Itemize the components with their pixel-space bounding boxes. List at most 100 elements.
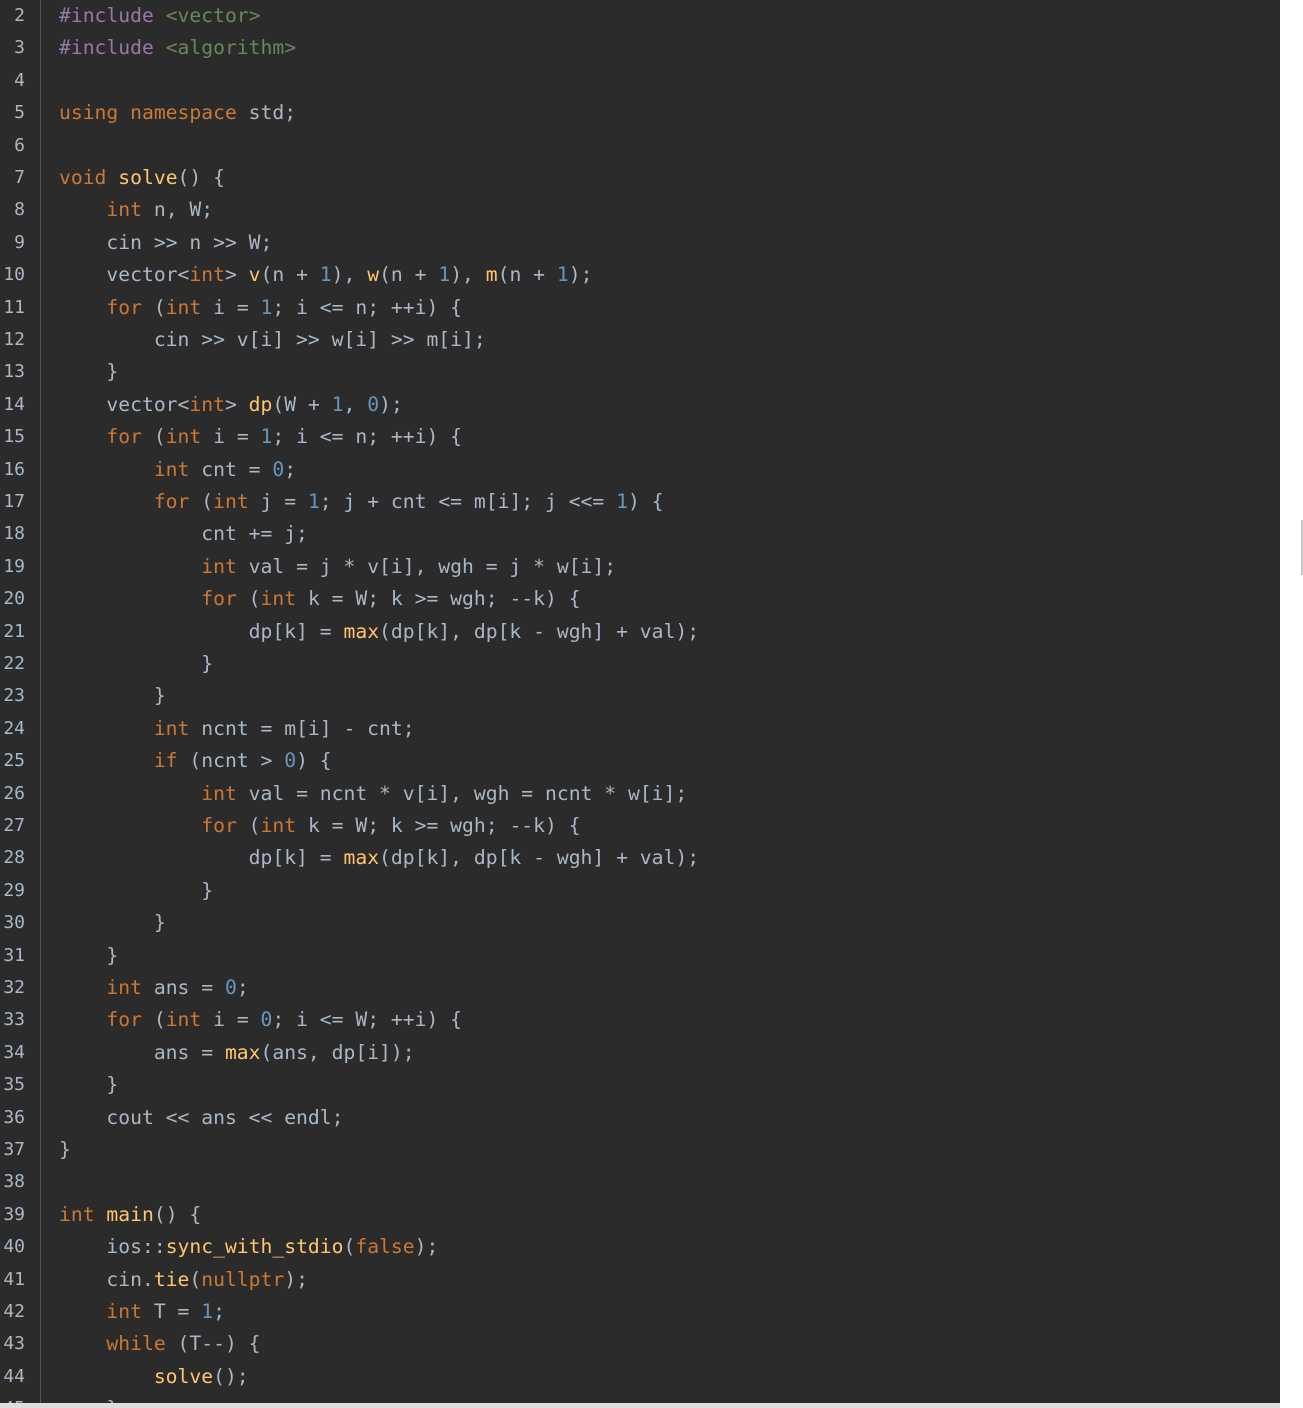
line-number: 30 (3, 912, 25, 934)
line-number: 5 (14, 102, 25, 124)
code-line-content: } (59, 1134, 71, 1166)
code-token: 1 (307, 490, 320, 513)
code-token: T = (141, 1300, 202, 1323)
code-token: cin >> n >> W; (59, 230, 273, 254)
code-line-content: int val = ncnt * v[i], wgh = ncnt * w[i]… (59, 778, 687, 810)
code-line-content: } (59, 907, 166, 939)
code-token: } (59, 652, 214, 675)
line-number: 17 (3, 491, 25, 512)
code-token: #include (59, 36, 166, 60)
code-token: ans = (59, 1040, 225, 1064)
code-line-content: vector<int> v(n + 1), w(n + 1), m(n + 1)… (59, 259, 592, 291)
code-token: int (153, 716, 190, 740)
code-token: max (224, 1040, 261, 1064)
code-line-content: cout << ans << endl; (59, 1102, 343, 1134)
code-editor[interactable]: 2 3 4 5 6 7 8 9 10 11 12 13 14 15 16 17 18 19 20 21 22 23 24 25… (0, 0, 1280, 1403)
code-token: 1 (260, 425, 273, 449)
code-token: int (201, 781, 237, 805)
code-token: <algorithm> (165, 36, 297, 60)
horizontal-scrollbar[interactable] (0, 1403, 1280, 1408)
code-token: 1 (438, 263, 451, 287)
code-area[interactable]: #include <vector> #include <algorithm> usi… (41, 0, 1280, 1403)
line-number: 32 (3, 977, 25, 998)
code-line-content: #include <vector> (59, 0, 261, 32)
line-number: 29 (3, 879, 25, 901)
code-line-content: for (int i = 1; i <= n; ++i) { (59, 292, 462, 324)
code-line-content: cnt += j; (59, 518, 308, 550)
code-line-content: solve(); (59, 1361, 249, 1393)
code-line-content: cin.tie(nullptr); (59, 1264, 308, 1296)
code-line-content: cin >> v[i] >> w[i] >> m[i]; (59, 324, 486, 356)
code-line-content: } (59, 1393, 118, 1403)
code-line-content: using namespace std; (59, 97, 296, 129)
code-line-content: int n, W; (59, 194, 213, 226)
code-token: <vector> (165, 4, 261, 27)
line-number: 18 (3, 523, 25, 545)
line-number: 33 (3, 1009, 25, 1031)
code-token: ( (141, 295, 166, 319)
code-token: int (260, 587, 297, 611)
code-token: } (59, 684, 166, 708)
code-line-content: } (59, 356, 118, 388)
code-token: w (367, 263, 380, 287)
code-token: } (59, 911, 166, 935)
code-line-content: } (59, 680, 166, 712)
code-token: (ncnt > (177, 749, 285, 773)
code-token: () { (153, 1202, 202, 1226)
line-number: 37 (3, 1139, 25, 1160)
code-token: tie (153, 1267, 190, 1291)
code-token: 0 (284, 749, 297, 773)
code-token: val = j * v[i], wgh = j * w[i]; (236, 554, 617, 578)
code-token: cin >> v[i] >> w[i] >> m[i]; (59, 328, 486, 351)
line-number: 35 (3, 1074, 25, 1096)
line-number: 34 (3, 1041, 25, 1063)
code-token: ; (236, 976, 249, 999)
code-token: ( (236, 814, 261, 837)
line-number: 9 (14, 231, 25, 253)
line-number: 39 (3, 1203, 25, 1225)
code-token: (); (213, 1364, 249, 1388)
code-token: v (248, 263, 261, 287)
code-line-content: int T = 1; (59, 1296, 225, 1328)
code-token: 1 (201, 1300, 214, 1323)
code-token: ) { (296, 749, 332, 773)
code-token: } (59, 1073, 119, 1097)
code-token: i = (201, 295, 261, 319)
code-token: vector< (59, 263, 190, 287)
code-token: main (106, 1202, 154, 1226)
code-token: cout << ans << endl; (59, 1105, 344, 1129)
code-token: solve (153, 1364, 214, 1388)
code-token: int (153, 457, 190, 481)
code-line-content: ans = max(ans, dp[i]); (59, 1037, 415, 1069)
line-number: 21 (3, 620, 25, 642)
code-token: max (343, 846, 380, 870)
line-number: 22 (3, 653, 25, 674)
line-number: 15 (3, 426, 25, 448)
line-number: 7 (14, 167, 25, 188)
code-token: } (59, 878, 214, 902)
code-token: sync_with_stdio (165, 1235, 344, 1259)
code-token: i = (201, 1008, 261, 1032)
line-number: 26 (3, 782, 25, 804)
code-token: void (59, 166, 107, 189)
code-token: ; j + cnt <= m[i]; j <<= (319, 490, 617, 513)
code-token: int (260, 814, 297, 837)
code-token: int (213, 490, 249, 513)
code-token: } (59, 1138, 71, 1161)
line-number: 2 (14, 5, 25, 26)
code-token: ); (379, 392, 403, 416)
vertical-scrollbar[interactable] (1280, 0, 1303, 1408)
code-token: int (165, 425, 202, 449)
code-token: nullptr (201, 1267, 285, 1291)
code-token: ; i <= W; ++i) { (272, 1008, 463, 1032)
code-token: max (343, 619, 380, 643)
code-token: #include (59, 4, 166, 27)
line-number: 41 (3, 1268, 25, 1290)
code-line-content: } (59, 940, 118, 972)
code-token: n, W; (141, 198, 214, 222)
